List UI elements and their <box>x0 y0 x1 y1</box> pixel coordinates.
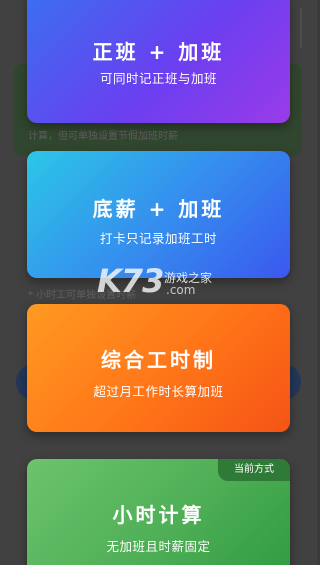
current-mode-badge: 当前方式 <box>218 459 290 481</box>
watermark-domain: .com <box>166 283 196 297</box>
mode-card-comprehensive-hours[interactable]: 综合工时制 超过月工作时长算加班 <box>27 304 290 432</box>
mode-card-base-pay-plus-overtime[interactable]: 底薪 + 加班 打卡只记录加班工时 <box>27 151 290 278</box>
watermark: K73 游戏之家 .com <box>97 262 232 302</box>
card-title: 正班 + 加班 <box>92 40 225 64</box>
background-divider <box>300 8 302 48</box>
card-subtitle: 可同时记正班与加班 <box>99 71 217 86</box>
card-subtitle: 打卡只记录加班工时 <box>99 231 217 246</box>
card-title: 底薪 + 加班 <box>92 197 225 221</box>
mode-card-hourly[interactable]: 当前方式 小时计算 无加班且时薪固定 <box>27 459 290 565</box>
mode-card-regular-plus-overtime[interactable]: 正班 + 加班 可同时记正班与加班 <box>27 0 290 123</box>
card-subtitle: 超过月工作时长算加班 <box>93 384 224 399</box>
background-hint-text: 计算，但可单独设置节假加班时薪 <box>28 131 178 142</box>
card-title: 小时计算 <box>112 503 205 527</box>
card-title: 综合工时制 <box>101 348 216 372</box>
card-subtitle: 无加班且时薪固定 <box>106 539 211 554</box>
watermark-logo: K73 <box>97 262 164 300</box>
